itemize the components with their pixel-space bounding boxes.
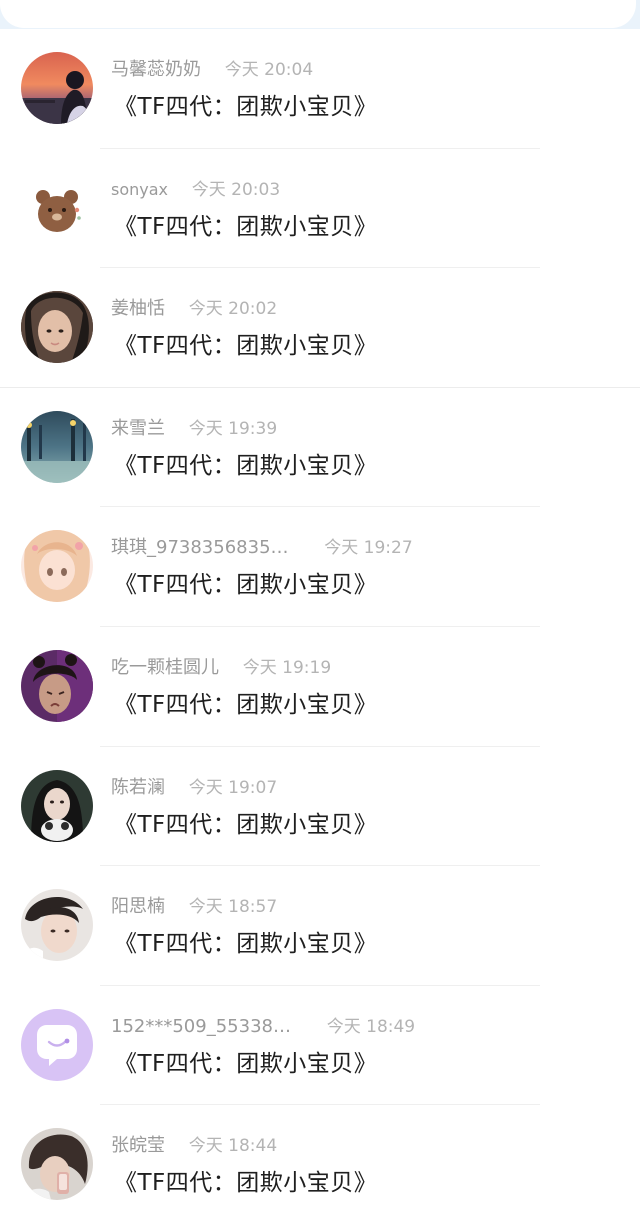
user-name[interactable]: 阳思楠: [111, 895, 165, 919]
message-meta: 姜柚恬 今天 20:02: [111, 297, 277, 321]
message-list: 马馨蕊奶奶 今天 20:04 《TF四代：团欺小宝贝》 sonyax 今天 20…: [0, 29, 640, 1222]
list-item[interactable]: sonyax 今天 20:03 《TF四代：团欺小宝贝》: [0, 149, 640, 269]
user-name[interactable]: 马馨蕊奶奶: [111, 58, 201, 82]
message-meta: sonyax 今天 20:03: [111, 178, 280, 202]
user-name[interactable]: 琪琪_9738356835…: [111, 536, 289, 560]
user-avatar[interactable]: [21, 291, 93, 364]
message-meta: 马馨蕊奶奶 今天 20:04: [111, 58, 313, 82]
message-text[interactable]: 《TF四代：团欺小宝贝》: [114, 569, 377, 601]
timestamp: 今天 18:49: [326, 1016, 416, 1037]
user-avatar[interactable]: [21, 52, 93, 124]
user-avatar[interactable]: [21, 769, 93, 842]
user-avatar[interactable]: [21, 410, 93, 483]
message-text[interactable]: 《TF四代：团欺小宝贝》: [114, 928, 377, 960]
list-item[interactable]: 姜柚恬 今天 20:02 《TF四代：团欺小宝贝》: [0, 268, 640, 388]
list-item[interactable]: 吃一颗桂圆儿 今天 19:19 《TF四代：团欺小宝贝》: [0, 627, 640, 747]
timestamp: 今天 19:07: [188, 777, 278, 798]
message-meta: 阳思楠 今天 18:57: [111, 895, 277, 919]
message-meta: 陈若澜 今天 19:07: [111, 776, 277, 800]
message-text[interactable]: 《TF四代：团欺小宝贝》: [114, 330, 377, 362]
timestamp: 今天 18:57: [188, 897, 278, 918]
chevron-left-icon[interactable]: [22, 0, 42, 4]
list-item[interactable]: 来雪兰 今天 19:39 《TF四代：团欺小宝贝》: [0, 388, 640, 508]
list-item[interactable]: 张皖莹 今天 18:44 《TF四代：团欺小宝贝》: [0, 1105, 640, 1222]
timestamp: 今天 19:39: [188, 418, 278, 439]
user-name[interactable]: 来雪兰: [111, 417, 165, 441]
message-meta: 吃一颗桂圆儿 今天 19:19: [111, 656, 331, 680]
user-name[interactable]: 吃一颗桂圆儿: [111, 656, 219, 680]
message-text[interactable]: 《TF四代：团欺小宝贝》: [114, 689, 377, 721]
message-text[interactable]: 《TF四代：团欺小宝贝》: [114, 211, 377, 243]
message-meta: 张皖莹 今天 18:44: [111, 1134, 277, 1158]
user-avatar[interactable]: [21, 171, 93, 244]
user-name[interactable]: 张皖莹: [111, 1134, 165, 1158]
message-meta: 来雪兰 今天 19:39: [111, 417, 277, 441]
message-text[interactable]: 《TF四代：团欺小宝贝》: [114, 1048, 377, 1080]
timestamp: 今天 18:44: [188, 1136, 278, 1157]
timestamp: 今天 20:03: [191, 179, 281, 200]
user-name[interactable]: 152***509_55338…: [111, 1015, 291, 1039]
user-avatar[interactable]: [21, 530, 93, 603]
top-bar: [0, 0, 636, 28]
timestamp: 今天 19:19: [242, 657, 332, 678]
list-item[interactable]: 马馨蕊奶奶 今天 20:04 《TF四代：团欺小宝贝》: [0, 29, 640, 149]
user-name[interactable]: 姜柚恬: [111, 297, 165, 321]
list-item[interactable]: 152***509_55338… 今天 18:49 《TF四代：团欺小宝贝》: [0, 986, 640, 1106]
list-item[interactable]: 阳思楠 今天 18:57 《TF四代：团欺小宝贝》: [0, 866, 640, 986]
timestamp: 今天 19:27: [324, 538, 413, 559]
user-avatar[interactable]: [21, 889, 93, 962]
message-meta: 152***509_55338… 今天 18:49: [111, 1015, 415, 1039]
user-avatar[interactable]: [21, 1128, 93, 1201]
message-text[interactable]: 《TF四代：团欺小宝贝》: [114, 91, 377, 123]
list-item[interactable]: 陈若澜 今天 19:07 《TF四代：团欺小宝贝》: [0, 747, 640, 867]
message-text[interactable]: 《TF四代：团欺小宝贝》: [114, 809, 377, 841]
list-item[interactable]: 琪琪_9738356835… 今天 19:27 《TF四代：团欺小宝贝》: [0, 507, 640, 627]
message-text[interactable]: 《TF四代：团欺小宝贝》: [114, 1167, 377, 1199]
message-meta: 琪琪_9738356835… 今天 19:27: [111, 536, 413, 560]
user-name[interactable]: sonyax: [111, 178, 168, 202]
comment-list-screen: 马馨蕊奶奶 今天 20:04 《TF四代：团欺小宝贝》 sonyax 今天 20…: [0, 0, 640, 1222]
user-avatar[interactable]: [21, 649, 93, 722]
timestamp: 今天 20:04: [224, 60, 314, 80]
message-text[interactable]: 《TF四代：团欺小宝贝》: [114, 450, 377, 482]
chat-bubble-avatar[interactable]: [21, 1008, 93, 1081]
user-name[interactable]: 陈若澜: [111, 776, 165, 800]
timestamp: 今天 20:02: [188, 299, 278, 320]
